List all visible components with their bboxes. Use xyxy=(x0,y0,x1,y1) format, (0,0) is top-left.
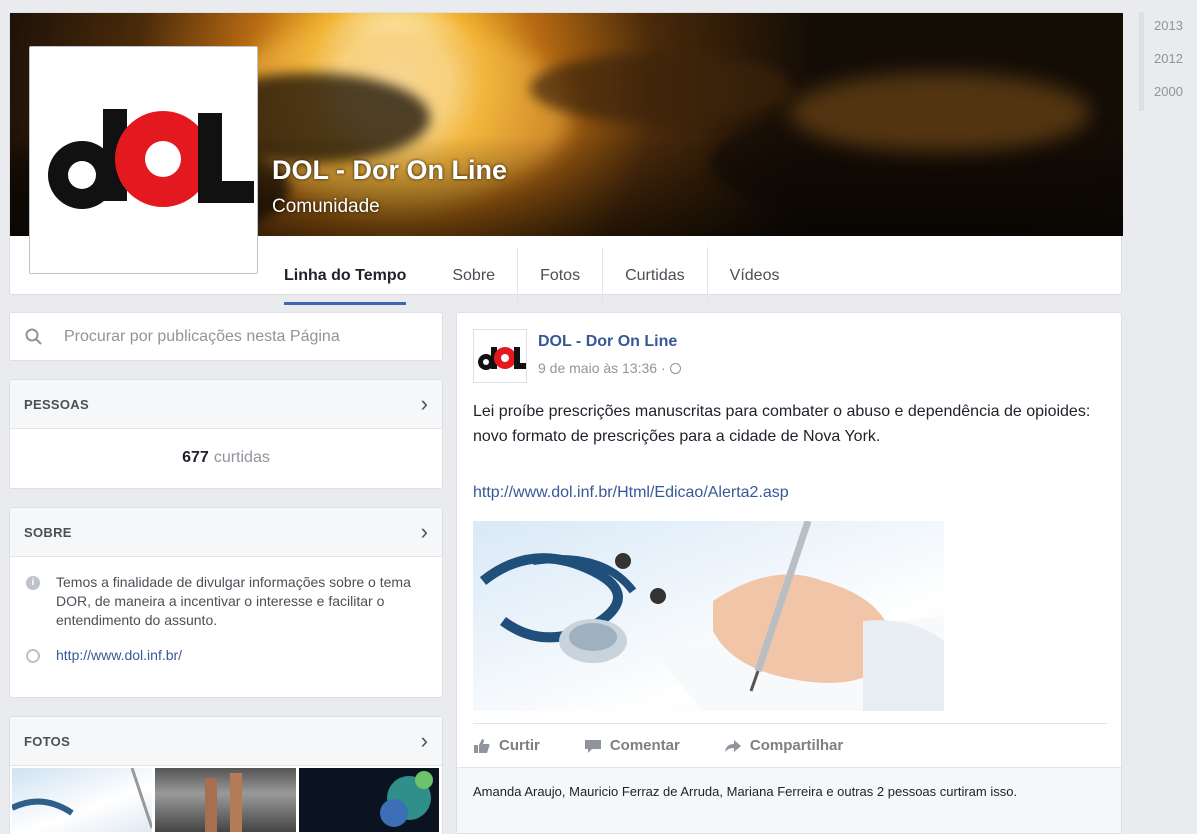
post-likes-summary[interactable]: Amanda Araujo, Mauricio Ferraz de Arruda… xyxy=(457,767,1121,833)
year-link[interactable]: 2000 xyxy=(1144,78,1197,111)
about-box: SOBRE › i Temos a finalidade de divulgar… xyxy=(9,507,443,698)
photo-thumbnail[interactable] xyxy=(298,768,439,832)
info-icon: i xyxy=(26,576,40,590)
comment-button[interactable]: Comentar xyxy=(584,737,680,754)
tab-timeline[interactable]: Linha do Tempo xyxy=(274,247,416,305)
post-link[interactable]: http://www.dol.inf.br/Html/Edicao/Alerta… xyxy=(473,484,789,502)
page-search xyxy=(9,312,443,361)
globe-icon xyxy=(26,649,40,663)
people-title: PESSOAS xyxy=(24,396,89,412)
like-button[interactable]: Curtir xyxy=(473,737,540,754)
year-navigation: 2013 2012 2000 xyxy=(1139,12,1197,111)
likes-number: 677 xyxy=(182,449,209,466)
about-website-row: http://www.dol.inf.br/ xyxy=(10,646,442,665)
chevron-right-icon[interactable]: › xyxy=(421,728,428,754)
profile-picture[interactable] xyxy=(29,46,258,274)
share-label: Compartilhar xyxy=(749,737,844,754)
photos-box: FOTOS › xyxy=(9,716,443,834)
post-time-text: 9 de maio às 13:36 · xyxy=(538,360,670,376)
photo-thumbnail[interactable] xyxy=(155,768,296,832)
share-button[interactable]: Compartilhar xyxy=(724,737,843,754)
page-title[interactable]: DOL - Dor On Line xyxy=(272,155,507,186)
like-label: Curtir xyxy=(499,737,540,754)
share-arrow-icon xyxy=(724,739,741,752)
comment-icon xyxy=(584,739,601,753)
people-box: PESSOAS › 677 curtidas xyxy=(9,379,443,489)
post-image[interactable] xyxy=(473,521,944,711)
timeline-post: DOL - Dor On Line 9 de maio às 13:36 · L… xyxy=(456,312,1122,834)
tab-photos[interactable]: Fotos xyxy=(518,247,604,305)
post-timestamp[interactable]: 9 de maio às 13:36 · xyxy=(538,360,681,376)
about-header[interactable]: SOBRE › xyxy=(10,508,442,557)
post-actions: Curtir Comentar Compartilhar xyxy=(473,723,1107,767)
chevron-right-icon[interactable]: › xyxy=(421,519,428,545)
year-link[interactable]: 2013 xyxy=(1144,12,1197,45)
tab-likes[interactable]: Curtidas xyxy=(603,247,708,305)
search-icon xyxy=(25,328,42,345)
post-author[interactable]: DOL - Dor On Line xyxy=(538,333,677,351)
about-description-row: i Temos a finalidade de divulgar informa… xyxy=(10,573,442,630)
public-globe-icon xyxy=(669,363,681,374)
chevron-right-icon[interactable]: › xyxy=(421,391,428,417)
tab-about[interactable]: Sobre xyxy=(430,247,519,305)
about-title: SOBRE xyxy=(24,524,72,540)
people-header[interactable]: PESSOAS › xyxy=(10,380,442,429)
about-description: Temos a finalidade de divulgar informaçõ… xyxy=(56,574,411,628)
post-text: Lei proíbe prescrições manuscritas para … xyxy=(473,403,1091,445)
page-category[interactable]: Comunidade xyxy=(272,196,380,218)
search-input[interactable] xyxy=(64,327,424,346)
comment-label: Comentar xyxy=(609,737,680,754)
year-link[interactable]: 2012 xyxy=(1144,45,1197,78)
post-avatar[interactable] xyxy=(473,329,527,383)
photo-grid xyxy=(10,766,442,832)
page-tabs: Linha do Tempo Sobre Fotos Curtidas Víde… xyxy=(274,247,801,305)
photos-header[interactable]: FOTOS › xyxy=(10,717,442,766)
dol-logo xyxy=(30,47,257,273)
photos-title: FOTOS xyxy=(24,733,71,749)
likes-label: curtidas xyxy=(213,449,270,466)
tab-videos[interactable]: Vídeos xyxy=(708,247,802,305)
photo-thumbnail[interactable] xyxy=(12,768,153,832)
thumbs-up-icon xyxy=(474,738,490,753)
likes-count[interactable]: 677 curtidas xyxy=(10,429,442,487)
website-link[interactable]: http://www.dol.inf.br/ xyxy=(56,646,182,665)
